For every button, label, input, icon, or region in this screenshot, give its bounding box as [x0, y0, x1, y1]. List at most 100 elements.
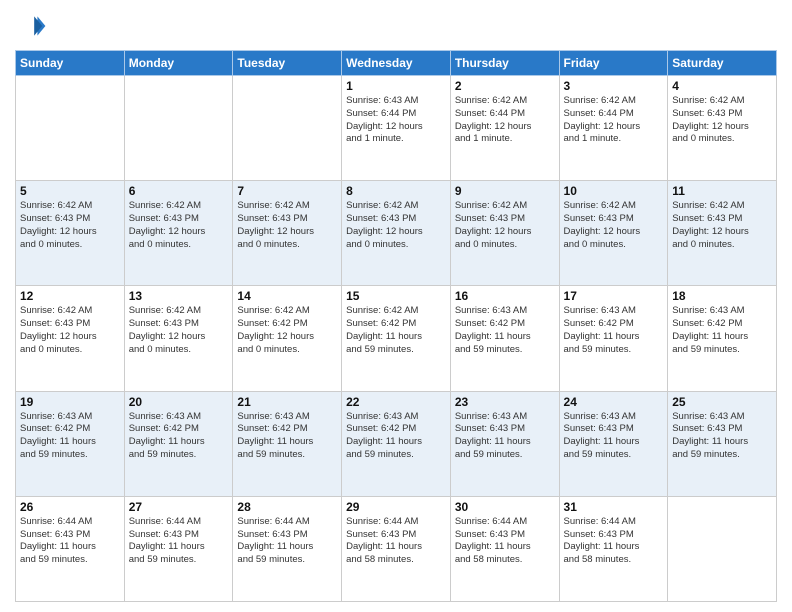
day-info: Sunrise: 6:43 AMSunset: 6:43 PMDaylight:… — [455, 411, 555, 462]
day-info: Sunrise: 6:42 AMSunset: 6:43 PMDaylight:… — [346, 200, 446, 251]
calendar-cell: 22Sunrise: 6:43 AMSunset: 6:42 PMDayligh… — [342, 391, 451, 496]
calendar-cell — [124, 76, 233, 181]
day-info: Sunrise: 6:44 AMSunset: 6:43 PMDaylight:… — [20, 516, 120, 567]
day-number: 11 — [672, 184, 772, 198]
day-number: 16 — [455, 289, 555, 303]
week-row-3: 19 Sunrise: 6:43 AMSunset: 6:42 PMDayligh… — [16, 391, 777, 496]
day-header-wednesday: Wednesday — [342, 51, 451, 76]
day-number: 17 — [564, 289, 664, 303]
week-row-0: 1 Sunrise: 6:43 AMSunset: 6:44 PMDaylight… — [16, 76, 777, 181]
calendar-cell: 3Sunrise: 6:42 AMSunset: 6:44 PMDaylight… — [559, 76, 668, 181]
day-info: Sunrise: 6:44 AMSunset: 6:43 PMDaylight:… — [237, 516, 337, 567]
calendar-cell: 7 Sunrise: 6:42 AMSunset: 6:43 PMDaylight… — [233, 181, 342, 286]
day-number: 18 — [672, 289, 772, 303]
day-number: 13 — [129, 289, 229, 303]
day-info: Sunrise: 6:42 AMSunset: 6:43 PMDaylight:… — [237, 200, 337, 251]
calendar-cell: 24 Sunrise: 6:43 AMSunset: 6:43 PMDayligh… — [559, 391, 668, 496]
calendar-cell: 4 Sunrise: 6:42 AMSunset: 6:43 PMDaylight… — [668, 76, 777, 181]
page: SundayMondayTuesdayWednesdayThursdayFrid… — [0, 0, 792, 612]
calendar-cell — [668, 496, 777, 601]
day-number: 14 — [237, 289, 337, 303]
week-row-4: 26 Sunrise: 6:44 AMSunset: 6:43 PMDayligh… — [16, 496, 777, 601]
day-info: Sunrise: 6:44 AMSunset: 6:43 PMDaylight:… — [455, 516, 555, 567]
day-info: Sunrise: 6:42 AMSunset: 6:43 PMDaylight:… — [20, 305, 120, 356]
calendar-cell: 28 Sunrise: 6:44 AMSunset: 6:43 PMDayligh… — [233, 496, 342, 601]
calendar-cell: 16 Sunrise: 6:43 AMSunset: 6:42 PMDayligh… — [450, 286, 559, 391]
day-number: 31 — [564, 500, 664, 514]
calendar-cell: 20 Sunrise: 6:43 AMSunset: 6:42 PMDayligh… — [124, 391, 233, 496]
day-number: 26 — [20, 500, 120, 514]
week-row-1: 5 Sunrise: 6:42 AMSunset: 6:43 PMDaylight… — [16, 181, 777, 286]
calendar-cell: 18 Sunrise: 6:43 AMSunset: 6:42 PMDayligh… — [668, 286, 777, 391]
calendar-cell: 25 Sunrise: 6:43 AMSunset: 6:43 PMDayligh… — [668, 391, 777, 496]
calendar-cell: 21 Sunrise: 6:43 AMSunset: 6:42 PMDayligh… — [233, 391, 342, 496]
day-header-friday: Friday — [559, 51, 668, 76]
day-number: 1 — [346, 79, 446, 93]
day-number: 6 — [129, 184, 229, 198]
day-info: Sunrise: 6:42 AMSunset: 6:44 PMDaylight:… — [455, 95, 555, 146]
day-info: Sunrise: 6:42 AMSunset: 6:43 PMDaylight:… — [455, 200, 555, 251]
day-number: 10 — [564, 184, 664, 198]
logo — [15, 10, 51, 42]
calendar-cell: 27 Sunrise: 6:44 AMSunset: 6:43 PMDayligh… — [124, 496, 233, 601]
day-number: 21 — [237, 395, 337, 409]
day-number: 30 — [455, 500, 555, 514]
day-number: 2 — [455, 79, 555, 93]
calendar-cell: 29Sunrise: 6:44 AMSunset: 6:43 PMDayligh… — [342, 496, 451, 601]
week-row-2: 12 Sunrise: 6:42 AMSunset: 6:43 PMDayligh… — [16, 286, 777, 391]
day-info: Sunrise: 6:43 AMSunset: 6:42 PMDaylight:… — [129, 411, 229, 462]
day-info: Sunrise: 6:43 AMSunset: 6:43 PMDaylight:… — [564, 411, 664, 462]
day-number: 19 — [20, 395, 120, 409]
day-number: 9 — [455, 184, 555, 198]
calendar-cell: 30 Sunrise: 6:44 AMSunset: 6:43 PMDayligh… — [450, 496, 559, 601]
day-number: 12 — [20, 289, 120, 303]
calendar-cell — [16, 76, 125, 181]
calendar-cell: 23 Sunrise: 6:43 AMSunset: 6:43 PMDayligh… — [450, 391, 559, 496]
day-number: 8 — [346, 184, 446, 198]
calendar-cell: 8 Sunrise: 6:42 AMSunset: 6:43 PMDaylight… — [342, 181, 451, 286]
day-number: 23 — [455, 395, 555, 409]
day-info: Sunrise: 6:42 AMSunset: 6:42 PMDaylight:… — [346, 305, 446, 356]
day-info: Sunrise: 6:43 AMSunset: 6:42 PMDaylight:… — [346, 411, 446, 462]
day-number: 27 — [129, 500, 229, 514]
calendar-cell: 6 Sunrise: 6:42 AMSunset: 6:43 PMDaylight… — [124, 181, 233, 286]
logo-icon — [15, 10, 47, 42]
calendar-cell: 15 Sunrise: 6:42 AMSunset: 6:42 PMDayligh… — [342, 286, 451, 391]
day-info: Sunrise: 6:42 AMSunset: 6:43 PMDaylight:… — [129, 305, 229, 356]
day-number: 28 — [237, 500, 337, 514]
calendar-cell: 5 Sunrise: 6:42 AMSunset: 6:43 PMDaylight… — [16, 181, 125, 286]
day-info: Sunrise: 6:42 AMSunset: 6:43 PMDaylight:… — [672, 200, 772, 251]
calendar-cell: 13 Sunrise: 6:42 AMSunset: 6:43 PMDayligh… — [124, 286, 233, 391]
day-number: 5 — [20, 184, 120, 198]
day-info: Sunrise: 6:43 AMSunset: 6:42 PMDaylight:… — [672, 305, 772, 356]
day-info: Sunrise: 6:43 AMSunset: 6:42 PMDaylight:… — [237, 411, 337, 462]
day-info: Sunrise: 6:43 AMSunset: 6:43 PMDaylight:… — [672, 411, 772, 462]
day-number: 15 — [346, 289, 446, 303]
day-info: Sunrise: 6:42 AMSunset: 6:43 PMDaylight:… — [672, 95, 772, 146]
calendar-cell: 26 Sunrise: 6:44 AMSunset: 6:43 PMDayligh… — [16, 496, 125, 601]
day-number: 4 — [672, 79, 772, 93]
day-info: Sunrise: 6:42 AMSunset: 6:44 PMDaylight:… — [564, 95, 664, 146]
day-info: Sunrise: 6:43 AMSunset: 6:42 PMDaylight:… — [455, 305, 555, 356]
calendar-cell: 2 Sunrise: 6:42 AMSunset: 6:44 PMDaylight… — [450, 76, 559, 181]
day-header-saturday: Saturday — [668, 51, 777, 76]
day-info: Sunrise: 6:44 AMSunset: 6:43 PMDaylight:… — [129, 516, 229, 567]
day-header-tuesday: Tuesday — [233, 51, 342, 76]
calendar-cell: 11 Sunrise: 6:42 AMSunset: 6:43 PMDayligh… — [668, 181, 777, 286]
day-info: Sunrise: 6:43 AMSunset: 6:42 PMDaylight:… — [20, 411, 120, 462]
day-info: Sunrise: 6:42 AMSunset: 6:42 PMDaylight:… — [237, 305, 337, 356]
day-info: Sunrise: 6:44 AMSunset: 6:43 PMDaylight:… — [346, 516, 446, 567]
calendar-cell — [233, 76, 342, 181]
day-info: Sunrise: 6:43 AMSunset: 6:44 PMDaylight:… — [346, 95, 446, 146]
day-info: Sunrise: 6:42 AMSunset: 6:43 PMDaylight:… — [129, 200, 229, 251]
day-header-thursday: Thursday — [450, 51, 559, 76]
calendar-cell: 14 Sunrise: 6:42 AMSunset: 6:42 PMDayligh… — [233, 286, 342, 391]
day-number: 20 — [129, 395, 229, 409]
day-number: 7 — [237, 184, 337, 198]
day-info: Sunrise: 6:42 AMSunset: 6:43 PMDaylight:… — [20, 200, 120, 251]
day-number: 25 — [672, 395, 772, 409]
calendar-table: SundayMondayTuesdayWednesdayThursdayFrid… — [15, 50, 777, 602]
day-number: 24 — [564, 395, 664, 409]
day-info: Sunrise: 6:43 AMSunset: 6:42 PMDaylight:… — [564, 305, 664, 356]
header — [15, 10, 777, 42]
